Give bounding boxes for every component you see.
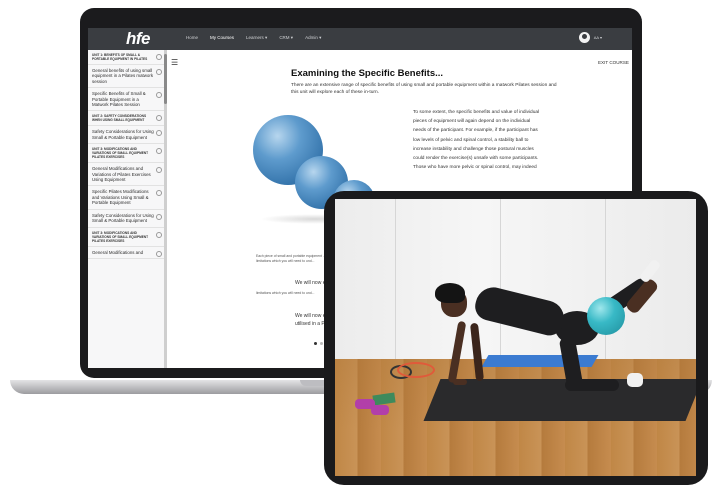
progress-circle-icon	[156, 250, 162, 257]
person-hair	[435, 283, 465, 303]
sidebar-unit-1[interactable]: UNIT 1: BENEFITS OF SMALL & PORTABLE EQU…	[88, 50, 166, 65]
black-mat	[423, 379, 696, 421]
wall-panel-line	[605, 199, 606, 359]
sidebar-lesson[interactable]: General Modifications and Variations of …	[88, 163, 166, 187]
wall-panel-line	[395, 199, 396, 359]
sidebar-lesson[interactable]: Specific Benefits of Small & Portable Eq…	[88, 88, 166, 112]
avatar-icon[interactable]	[578, 32, 590, 43]
sidebar-lesson[interactable]: Safety Considerations for Using Small & …	[88, 210, 166, 228]
sidebar-lesson[interactable]: Specific Pilates Modifications and Varia…	[88, 186, 166, 210]
nav-home[interactable]: Home	[186, 35, 198, 41]
dumbbell	[371, 405, 389, 415]
sidebar-lesson[interactable]: General benefits of using small equipmen…	[88, 65, 166, 89]
nav-learners[interactable]: Learners ▾	[246, 35, 267, 41]
progress-circle-icon	[156, 115, 162, 122]
unit-label: UNIT 3: MODIFICATIONS AND VARIATIONS OF …	[92, 147, 149, 160]
resistance-band	[397, 362, 435, 378]
nav-links: Home My Courses Learners ▾ CRM ▾ Admin ▾	[186, 35, 321, 41]
unit-label: UNIT 2: SAFETY CONSIDERATIONS WHEN USING…	[92, 114, 147, 123]
nav-crm[interactable]: CRM ▾	[279, 35, 293, 41]
sidebar-scroll-thumb[interactable]	[164, 54, 167, 104]
nav-my-courses[interactable]: My Courses	[210, 35, 234, 41]
carousel-dot-active[interactable]	[314, 342, 317, 345]
lesson-title: Specific Pilates Modifications and Varia…	[92, 189, 149, 206]
unit-label: UNIT 3: MODIFICATIONS AND VARIATIONS OF …	[92, 230, 149, 243]
progress-circle-icon	[156, 231, 162, 238]
paragraph-we-will-2: We will now e utilised in a Pi	[295, 312, 326, 328]
hamburger-menu-icon[interactable]: ☰	[171, 58, 178, 67]
progress-circle-icon	[156, 213, 162, 220]
progress-circle-icon	[156, 148, 162, 155]
carousel-dot[interactable]	[320, 342, 323, 345]
blue-mat	[481, 355, 599, 367]
pilates-ball	[587, 297, 625, 335]
lesson-title: Safety Considerations for Using Small & …	[92, 129, 154, 140]
exit-course-link[interactable]: EXIT COURSE	[598, 60, 629, 65]
hfe-logo[interactable]: hfe	[126, 29, 151, 49]
tablet-video[interactable]	[335, 199, 696, 476]
progress-circle-icon	[156, 92, 162, 99]
lesson-title: Safety Considerations for Using Small & …	[92, 212, 154, 224]
person-shin	[565, 379, 619, 391]
person-sock	[627, 373, 643, 387]
intro-text: There are an extensive range of specific…	[291, 83, 557, 95]
page-title: Examining the Specific Benefits...	[291, 68, 444, 79]
lesson-title: Specific Benefits of Small & Portable Eq…	[92, 91, 146, 108]
progress-circle-icon	[156, 54, 162, 60]
progress-circle-icon	[156, 130, 162, 137]
sidebar-lesson[interactable]: Safety Considerations for Using Small & …	[88, 126, 166, 145]
carousel-dots[interactable]	[314, 342, 323, 345]
user-menu[interactable]: AA ▾	[578, 32, 602, 43]
sidebar-lesson[interactable]: General Modifications and	[88, 247, 166, 259]
progress-circle-icon	[156, 190, 162, 197]
sidebar-unit-3b[interactable]: UNIT 3: MODIFICATIONS AND VARIATIONS OF …	[88, 228, 166, 247]
lesson-title: General Modifications and	[92, 249, 144, 255]
unit-label: UNIT 1: BENEFITS OF SMALL & PORTABLE EQU…	[92, 53, 148, 61]
sidebar-unit-2[interactable]: UNIT 2: SAFETY CONSIDERATIONS WHEN USING…	[88, 111, 166, 127]
nav-admin[interactable]: Admin ▾	[305, 35, 321, 41]
paragraph-line: We will now e	[295, 313, 326, 319]
body-text: To some extent, the specific benefits an…	[413, 110, 540, 171]
paragraph-line: utilised in a Pi	[295, 321, 326, 327]
paragraph-we-will-1: We will now e	[295, 280, 326, 286]
course-sidebar: UNIT 1: BENEFITS OF SMALL & PORTABLE EQU…	[88, 50, 167, 368]
wall-panel-line	[500, 199, 501, 359]
lesson-title: General Modifications and Variations of …	[92, 166, 151, 183]
progress-circle-icon	[156, 167, 162, 174]
lesson-title: General benefits of using small equipmen…	[92, 68, 154, 84]
top-navbar: hfe Home My Courses Learners ▾ CRM ▾ Adm…	[88, 28, 632, 50]
sidebar-unit-3[interactable]: UNIT 3: MODIFICATIONS AND VARIATIONS OF …	[88, 144, 166, 164]
user-label[interactable]: AA ▾	[594, 35, 602, 40]
person-hand	[453, 379, 467, 385]
progress-circle-icon	[156, 69, 162, 75]
